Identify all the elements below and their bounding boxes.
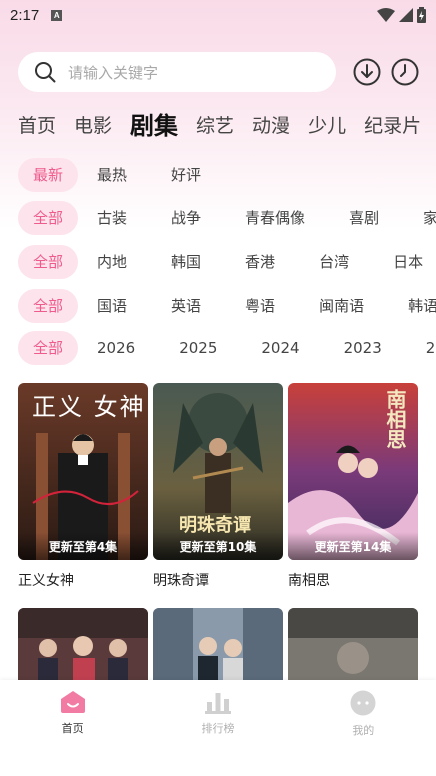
- filter-chip[interactable]: 全部: [18, 245, 79, 279]
- filter-row-year: 全部2026202520242023202220: [0, 331, 436, 365]
- history-button[interactable]: [390, 57, 420, 87]
- tab-movies[interactable]: 电影: [74, 106, 112, 146]
- category-tabs: 首页电影剧集综艺动漫少儿纪录片短: [0, 106, 436, 146]
- download-button[interactable]: [352, 57, 382, 87]
- filter-chip[interactable]: 全部: [18, 331, 79, 365]
- filter-chip[interactable]: 2025: [171, 331, 225, 365]
- poster-title-art: 南相思: [383, 389, 407, 449]
- poster-image: [18, 608, 148, 688]
- filter-chip[interactable]: 最新: [18, 158, 79, 192]
- search-icon: [35, 62, 56, 83]
- filter-chip[interactable]: 家庭: [415, 201, 436, 235]
- filter-chip[interactable]: 韩语: [400, 289, 436, 323]
- filter-chip[interactable]: 国语: [89, 289, 135, 323]
- filter-chip[interactable]: 2026: [89, 331, 143, 365]
- search-row: 请输入关键字: [18, 52, 428, 92]
- tab-documentary[interactable]: 纪录片: [364, 106, 421, 146]
- filter-chip[interactable]: 全部: [18, 201, 79, 235]
- filter-chip[interactable]: 2023: [336, 331, 390, 365]
- signal-icon: [399, 8, 413, 22]
- system-gesture-bar: [0, 750, 436, 776]
- series-title: 明珠奇谭: [153, 573, 209, 589]
- tab-kids[interactable]: 少儿: [308, 106, 346, 146]
- filter-chip[interactable]: 2024: [253, 331, 307, 365]
- filter-chip[interactable]: 粤语: [237, 289, 283, 323]
- tab-series[interactable]: 剧集: [130, 106, 178, 146]
- filter-row-genre: 全部古装战争青春偶像喜剧家庭犯: [0, 201, 436, 235]
- status-time: 2:17: [10, 6, 40, 24]
- filter-chip[interactable]: 最热: [89, 158, 135, 192]
- series-card[interactable]: [18, 608, 148, 688]
- series-card[interactable]: [288, 608, 418, 688]
- filter-chip[interactable]: 日本: [385, 245, 431, 279]
- nav-home[interactable]: 首页: [0, 680, 145, 750]
- filter-chip[interactable]: 全部: [18, 289, 79, 323]
- nav-ranking[interactable]: 排行榜: [145, 680, 290, 750]
- filter-row-region: 全部内地韩国香港台湾日本美国: [0, 245, 436, 279]
- tab-anime[interactable]: 动漫: [252, 106, 290, 146]
- search-placeholder: 请输入关键字: [68, 63, 159, 82]
- filter-chip[interactable]: 青春偶像: [237, 201, 313, 235]
- filter-chip[interactable]: 闽南语: [311, 289, 372, 323]
- profile-face-icon: [350, 690, 376, 716]
- filter-chip[interactable]: 2022: [418, 331, 436, 365]
- poster-image: [153, 608, 283, 688]
- bottom-navigation: 首页 排行榜 我的: [0, 680, 436, 750]
- status-bar: 2:17 A: [0, 0, 436, 30]
- filter-chip[interactable]: 喜剧: [341, 201, 387, 235]
- episode-badge: 更新至第4集: [18, 532, 148, 560]
- series-title: 正义女神: [18, 573, 74, 589]
- filter-chip[interactable]: 台湾: [311, 245, 357, 279]
- filter-row-language: 全部国语英语粤语闽南语韩语日语: [0, 289, 436, 323]
- series-card[interactable]: 明珠奇谭 更新至第10集 明珠奇谭: [153, 383, 283, 590]
- filter-chip[interactable]: 古装: [89, 201, 135, 235]
- series-title: 南相思: [288, 573, 330, 589]
- filter-chip[interactable]: 韩国: [163, 245, 209, 279]
- filter-chip[interactable]: 英语: [163, 289, 209, 323]
- nav-label: 首页: [61, 722, 84, 735]
- episode-badge: 更新至第10集: [153, 532, 283, 560]
- wifi-icon: [377, 8, 395, 22]
- nav-label: 排行榜: [201, 722, 235, 735]
- tab-home[interactable]: 首页: [18, 106, 56, 146]
- poster-image: 正义 女神 更新至第4集: [18, 383, 148, 560]
- nav-label: 我的: [352, 724, 375, 737]
- filter-chip[interactable]: 好评: [163, 158, 209, 192]
- series-card[interactable]: 南相思 更新至第14集 南相思: [288, 383, 418, 590]
- notification-icon: A: [51, 9, 63, 21]
- clock-icon: [391, 58, 419, 86]
- poster-image: 明珠奇谭 更新至第10集: [153, 383, 283, 560]
- filter-row-sort: 最新 最热 好评: [0, 158, 436, 192]
- tab-variety[interactable]: 综艺: [196, 106, 234, 146]
- poster-image: [288, 608, 418, 688]
- bar-chart-icon: [204, 693, 231, 714]
- home-smile-icon: [60, 691, 85, 713]
- battery-icon: [417, 7, 426, 23]
- poster-image: 南相思 更新至第14集: [288, 383, 418, 560]
- filter-chip[interactable]: 战争: [163, 201, 209, 235]
- download-icon: [353, 58, 381, 86]
- series-card[interactable]: [153, 608, 283, 688]
- poster-title-art: 正义 女神: [32, 393, 146, 421]
- filter-chip[interactable]: 内地: [89, 245, 135, 279]
- filter-chip[interactable]: 香港: [237, 245, 283, 279]
- episode-badge: 更新至第14集: [288, 532, 418, 560]
- nav-profile[interactable]: 我的: [291, 680, 436, 750]
- series-card[interactable]: 正义 女神 更新至第4集 正义女神: [18, 383, 148, 590]
- search-input[interactable]: 请输入关键字: [18, 52, 336, 92]
